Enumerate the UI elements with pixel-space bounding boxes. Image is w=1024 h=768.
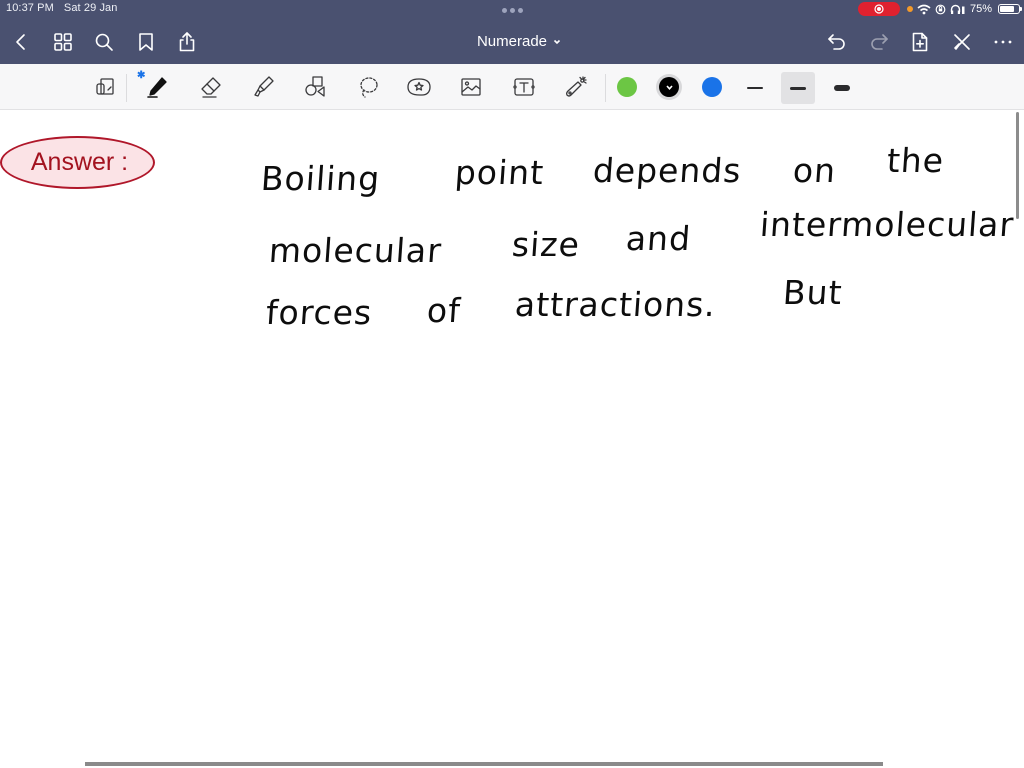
toolbar-divider: [605, 74, 606, 102]
share-button[interactable]: [174, 29, 200, 55]
color-swatch-black[interactable]: [659, 77, 679, 97]
handwritten-word: depends: [591, 151, 743, 190]
eraser-tool[interactable]: [196, 72, 226, 102]
highlighter-icon: [254, 76, 274, 97]
text-tool[interactable]: [509, 72, 539, 102]
image-tool[interactable]: [456, 72, 486, 102]
handwritten-word: on: [791, 151, 838, 190]
read-mode-icon: [96, 78, 114, 95]
share-icon: [179, 32, 195, 52]
handwritten-word: of: [425, 291, 463, 330]
chevron-left-icon: [16, 34, 25, 50]
stroke-width-thin[interactable]: [738, 72, 772, 104]
record-icon: [874, 4, 884, 14]
handwritten-word: attractions.: [513, 285, 718, 324]
battery-icon: [998, 4, 1022, 14]
laser-pointer-tool[interactable]: [561, 72, 591, 102]
search-button[interactable]: [91, 29, 117, 55]
handwritten-word: Boiling: [259, 159, 382, 198]
redo-button[interactable]: [866, 29, 892, 55]
more-icon: [994, 40, 1012, 44]
wifi-icon: [917, 4, 931, 14]
read-only-mode-tool[interactable]: [90, 72, 120, 102]
pen-icon: [147, 77, 167, 98]
answer-label-oval: Answer :: [0, 136, 155, 189]
shapes-icon: [305, 76, 325, 97]
document-title-button[interactable]: Numerade: [477, 33, 561, 50]
handwritten-word: and: [624, 219, 693, 258]
image-icon: [461, 78, 481, 96]
toolbar-divider: [126, 74, 127, 102]
page-grid-button[interactable]: [50, 29, 76, 55]
pencil-toggle-button[interactable]: [949, 29, 975, 55]
text-box-icon: [513, 78, 535, 96]
stroke-width-thick[interactable]: [825, 72, 859, 104]
screen-recording-indicator[interactable]: [857, 2, 900, 16]
bookmark-button[interactable]: [133, 29, 159, 55]
mic-in-use-dot: [906, 6, 913, 12]
laser-pointer-icon: [566, 76, 587, 97]
handwritten-word: intermolecular: [758, 205, 1016, 244]
app-window: 10:37 PM Sat 29 Jan 75% Numerade ✱ Answe…: [0, 0, 1024, 768]
lasso-icon: [360, 77, 378, 98]
orientation-lock-icon: [935, 4, 946, 14]
page-bottom-edge: [85, 762, 883, 766]
stroke-width-medium[interactable]: [781, 72, 815, 104]
handwritten-word: But: [781, 273, 844, 312]
color-swatch-green[interactable]: [617, 77, 637, 97]
more-button[interactable]: [990, 29, 1016, 55]
status-time-date: 10:37 PM Sat 29 Jan: [6, 2, 127, 14]
handwritten-word: size: [510, 225, 582, 264]
add-page-icon: [912, 32, 928, 52]
headphones-battery-icon: [950, 4, 965, 14]
document-title-text: Numerade: [476, 33, 548, 50]
shapes-tool[interactable]: [300, 72, 330, 102]
sticker-icon: [407, 78, 431, 96]
color-swatch-blue[interactable]: [702, 77, 722, 97]
chevron-down-icon: [553, 39, 561, 44]
bookmark-icon: [139, 33, 153, 51]
pen-tool[interactable]: [142, 72, 172, 102]
redo-icon: [871, 34, 888, 50]
status-date: Sat 29 Jan: [63, 2, 118, 14]
note-canvas[interactable]: Answer : Boiling point depends on the mo…: [0, 111, 1024, 768]
add-page-button[interactable]: [907, 29, 933, 55]
handwritten-word: point: [453, 153, 546, 192]
handwritten-word: the: [885, 141, 946, 180]
status-indicators: 75%: [857, 1, 1022, 17]
status-time: 10:37 PM: [6, 2, 54, 14]
drawing-toolbar: ✱: [0, 64, 1024, 110]
chevron-down-icon: [665, 84, 673, 90]
grid-icon: [54, 33, 72, 51]
vertical-scrollbar[interactable]: [1016, 112, 1019, 219]
pencil-off-icon: [954, 34, 970, 50]
multitasking-handle[interactable]: [502, 8, 523, 13]
highlighter-tool[interactable]: [249, 72, 279, 102]
battery-percent: 75%: [969, 3, 992, 15]
handwritten-word: molecular: [267, 231, 444, 270]
undo-icon: [828, 34, 845, 50]
lasso-tool[interactable]: [353, 72, 383, 102]
handwritten-word: forces: [264, 293, 374, 332]
sticker-tool[interactable]: [404, 72, 434, 102]
back-button[interactable]: [8, 29, 34, 55]
undo-button[interactable]: [824, 29, 850, 55]
search-icon: [95, 33, 113, 51]
top-header: 10:37 PM Sat 29 Jan 75% Numerade: [0, 0, 1024, 64]
eraser-icon: [201, 77, 221, 98]
answer-label: Answer :: [30, 148, 129, 176]
